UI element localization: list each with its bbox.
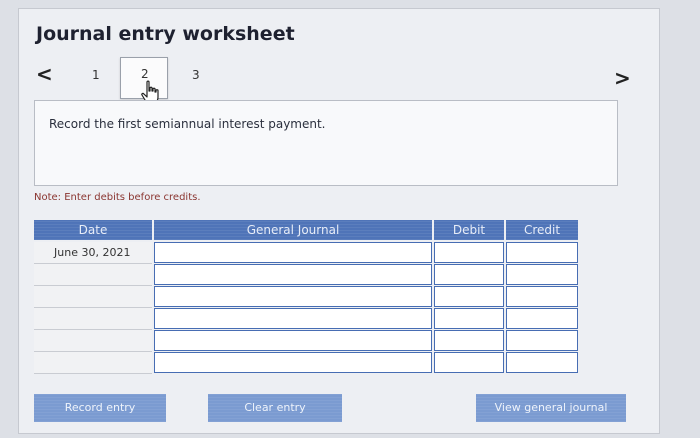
debit-input[interactable] (434, 264, 504, 285)
table-row (34, 352, 578, 374)
credit-input[interactable] (506, 286, 578, 307)
header-credit: Credit (506, 220, 578, 240)
general-journal-input[interactable] (154, 264, 432, 285)
credit-input[interactable] (506, 308, 578, 329)
credit-input[interactable] (506, 330, 578, 351)
record-entry-button[interactable]: Record entry (34, 394, 166, 422)
date-cell[interactable] (34, 264, 152, 286)
credit-input[interactable] (506, 352, 578, 373)
header-debit: Debit (434, 220, 504, 240)
date-cell[interactable] (34, 308, 152, 330)
general-journal-input[interactable] (154, 330, 432, 351)
next-step-button[interactable]: > (614, 66, 631, 90)
page-title: Journal entry worksheet (36, 23, 295, 45)
previous-step-button[interactable]: < (36, 62, 53, 86)
general-journal-input[interactable] (154, 286, 432, 307)
table-row: June 30, 2021 (34, 242, 578, 264)
table-row (34, 286, 578, 308)
date-cell[interactable] (34, 330, 152, 352)
debit-input[interactable] (434, 242, 504, 263)
date-cell[interactable] (34, 286, 152, 308)
date-value: June 30, 2021 (54, 246, 131, 259)
step-3-tab[interactable]: 3 (192, 68, 200, 82)
general-journal-input[interactable] (154, 242, 432, 263)
debit-input[interactable] (434, 330, 504, 351)
credit-input[interactable] (506, 242, 578, 263)
table-row (34, 330, 578, 352)
step-1-tab[interactable]: 1 (92, 68, 100, 82)
clear-entry-button[interactable]: Clear entry (208, 394, 342, 422)
header-general-journal: General Journal (154, 220, 432, 240)
debit-input[interactable] (434, 286, 504, 307)
journal-table: Date General Journal Debit Credit June 3… (34, 220, 578, 374)
instruction-text: Record the first semiannual interest pay… (49, 117, 326, 131)
credit-input[interactable] (506, 264, 578, 285)
instruction-box: Record the first semiannual interest pay… (34, 100, 618, 186)
view-general-journal-button[interactable]: View general journal (476, 394, 626, 422)
general-journal-input[interactable] (154, 308, 432, 329)
date-cell[interactable] (34, 352, 152, 374)
note-text: Note: Enter debits before credits. (34, 192, 201, 203)
debit-input[interactable] (434, 308, 504, 329)
general-journal-input[interactable] (154, 352, 432, 373)
header-date: Date (34, 220, 152, 240)
table-row (34, 264, 578, 286)
table-row (34, 308, 578, 330)
date-cell[interactable]: June 30, 2021 (34, 242, 152, 264)
step-2-label: 2 (141, 67, 149, 81)
debit-input[interactable] (434, 352, 504, 373)
